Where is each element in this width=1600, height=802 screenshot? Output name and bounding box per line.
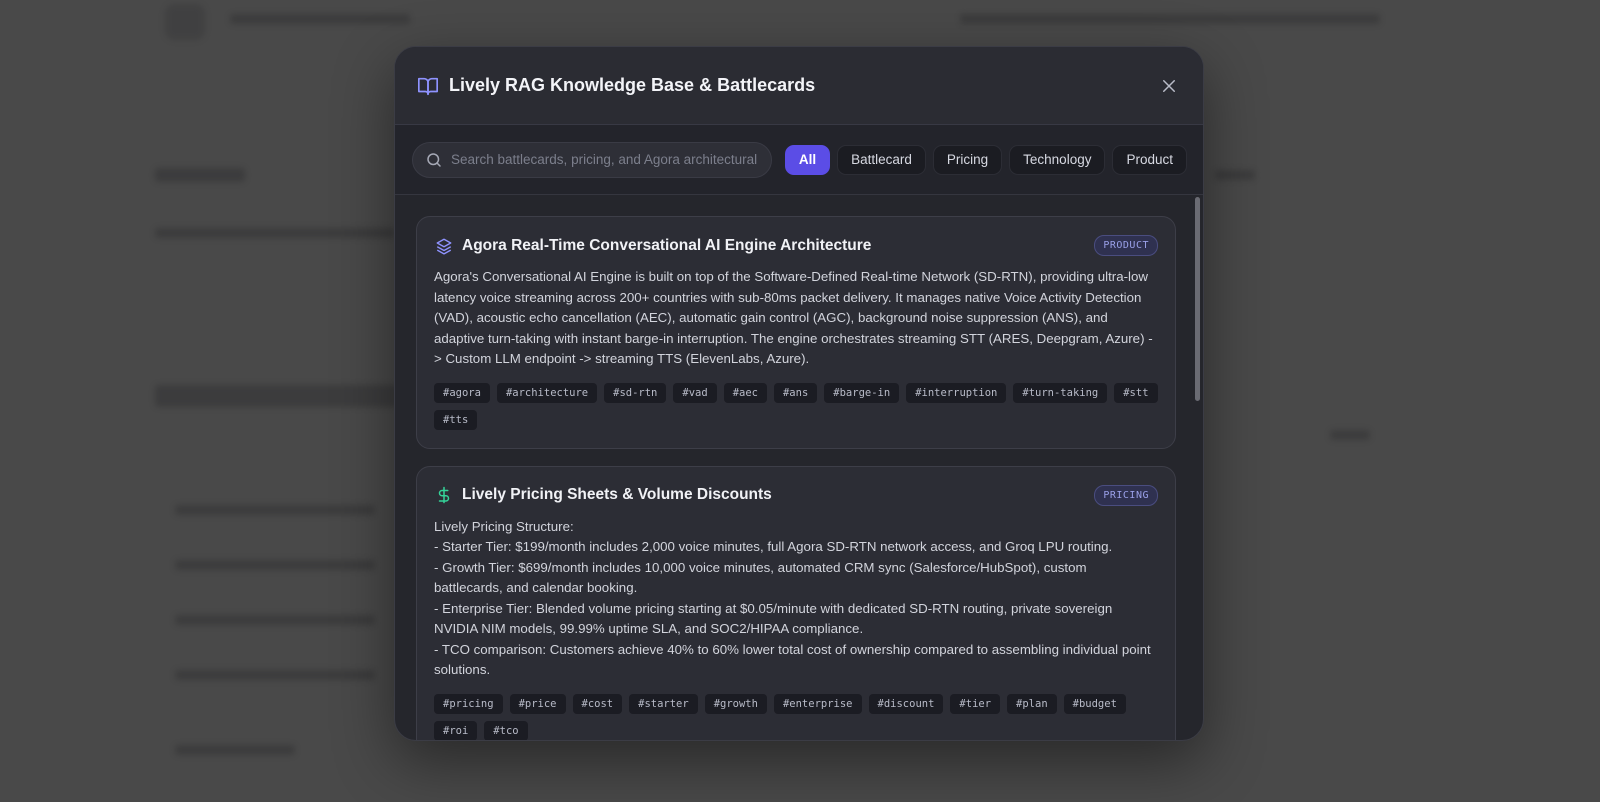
- tag[interactable]: #cost: [572, 693, 623, 714]
- tag[interactable]: #aec: [723, 382, 767, 403]
- knowledge-list[interactable]: Agora Real-Time Conversational AI Engine…: [395, 196, 1203, 740]
- tag[interactable]: #barge-in: [824, 382, 900, 403]
- tag[interactable]: #enterprise: [773, 693, 862, 714]
- tag[interactable]: #growth: [704, 693, 767, 714]
- category-badge: PRICING: [1094, 484, 1158, 506]
- search-input[interactable]: [451, 152, 759, 167]
- close-icon: [1163, 79, 1175, 92]
- tag[interactable]: #sd-rtn: [604, 382, 667, 403]
- tag[interactable]: #agora: [434, 382, 490, 403]
- tag[interactable]: #vad: [673, 382, 717, 403]
- close-button[interactable]: [1155, 72, 1183, 100]
- card-body: Lively Pricing Structure: - Starter Tier…: [434, 518, 1151, 678]
- tag[interactable]: #tco: [484, 720, 528, 740]
- filter-technology[interactable]: Technology: [1009, 144, 1106, 175]
- tag[interactable]: #price: [509, 693, 566, 714]
- tag[interactable]: #plan: [1007, 693, 1057, 714]
- toolbar: All Battlecard Pricing Technology Produc…: [395, 125, 1203, 195]
- card-header: Agora Real-Time Conversational AI Engine…: [434, 235, 1158, 256]
- tag[interactable]: #starter: [629, 693, 698, 714]
- filter-pricing[interactable]: Pricing: [932, 144, 1003, 175]
- tag[interactable]: #roi: [434, 720, 478, 740]
- knowledge-card[interactable]: Lively Pricing Sheets & Volume Discounts…: [416, 465, 1176, 740]
- tag[interactable]: #pricing: [434, 693, 503, 714]
- tag[interactable]: #ans: [773, 382, 818, 403]
- category-filters: All Battlecard Pricing Technology Produc…: [784, 144, 1187, 175]
- book-open-icon: [418, 77, 438, 95]
- category-badge: PRODUCT: [1094, 235, 1158, 256]
- knowledge-base-modal: Lively RAG Knowledge Base & Battlecards …: [394, 46, 1204, 741]
- filter-battlecard[interactable]: Battlecard: [837, 144, 926, 175]
- tag-list: #pricing #price #cost #starter #growth #…: [434, 693, 1158, 740]
- card-body: Agora's Conversational AI Engine is buil…: [434, 269, 1153, 366]
- search-icon: [427, 152, 441, 167]
- card-title: Agora Real-Time Conversational AI Engine…: [462, 236, 872, 254]
- tag[interactable]: #tts: [434, 409, 478, 430]
- tag[interactable]: #turn-taking: [1013, 382, 1108, 403]
- tag[interactable]: #stt: [1114, 382, 1158, 403]
- tag[interactable]: #tier: [950, 693, 1001, 714]
- filter-product[interactable]: Product: [1112, 144, 1187, 175]
- tag[interactable]: #architecture: [496, 382, 598, 403]
- modal-header: Lively RAG Knowledge Base & Battlecards: [395, 47, 1203, 125]
- modal-title: Lively RAG Knowledge Base & Battlecards: [449, 75, 816, 95]
- dollar-icon: [434, 485, 454, 505]
- tag-list: #agora #architecture #sd-rtn #vad #aec #…: [434, 382, 1158, 430]
- scrollbar-thumb[interactable]: [1195, 197, 1200, 401]
- layers-icon: [434, 236, 454, 256]
- card-header: Lively Pricing Sheets & Volume Discounts…: [434, 484, 1158, 506]
- tag[interactable]: #budget: [1063, 693, 1126, 714]
- card-title: Lively Pricing Sheets & Volume Discounts: [462, 486, 772, 503]
- search-box: [412, 141, 772, 178]
- tag[interactable]: #interruption: [906, 382, 1007, 403]
- tag[interactable]: #discount: [868, 693, 944, 714]
- filter-all[interactable]: All: [784, 144, 831, 175]
- knowledge-card[interactable]: Agora Real-Time Conversational AI Engine…: [416, 216, 1176, 449]
